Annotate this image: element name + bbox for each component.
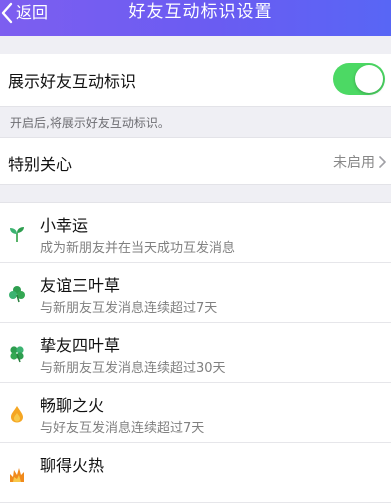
show-marks-label: 展示好友互动标识 <box>8 72 137 91</box>
mark-desc: 与新朋友互发消息连续超过7天 <box>40 301 218 316</box>
nav-bar: 返回 好友互动标识设置 <box>0 0 391 36</box>
flame-icon <box>8 405 26 423</box>
show-marks-row: 展示好友互动标识 <box>0 54 391 107</box>
mark-name: 挚友四叶草 <box>40 336 121 355</box>
chevron-right-icon <box>379 156 386 168</box>
special-care-label: 特别关心 <box>8 155 73 174</box>
mark-name: 小幸运 <box>40 216 89 235</box>
marks-list: 小幸运 成为新朋友并在当天成功互发消息 友谊三叶草 与新朋友互发消息连续超过7天 <box>0 202 391 503</box>
mark-name: 友谊三叶草 <box>40 276 121 295</box>
toggle-hint: 开启后,将展示好友互动标识。 <box>10 116 170 130</box>
three-leaf-clover-icon <box>8 285 26 303</box>
four-leaf-clover-icon <box>8 345 26 363</box>
sprout-icon <box>8 225 26 243</box>
mark-name: 畅聊之火 <box>40 396 105 415</box>
list-item-lucky[interactable]: 小幸运 成为新朋友并在当天成功互发消息 <box>0 203 391 263</box>
mark-desc: 与好友互发消息连续超过7天 <box>40 421 205 436</box>
list-item-three-leaf[interactable]: 友谊三叶草 与新朋友互发消息连续超过7天 <box>0 263 391 323</box>
list-item-hot-chat[interactable]: 聊得火热 <box>0 443 391 503</box>
special-care-status: 未启用 <box>333 152 387 172</box>
mark-desc: 与新朋友互发消息连续超过30天 <box>40 361 226 376</box>
list-item-chat-fire[interactable]: 畅聊之火 与好友互发消息连续超过7天 <box>0 383 391 443</box>
mark-name: 聊得火热 <box>40 456 105 475</box>
page-title: 好友互动标识设置 <box>128 2 273 22</box>
show-marks-toggle[interactable] <box>333 63 385 95</box>
special-care-status-text: 未启用 <box>333 155 375 171</box>
list-item-four-leaf[interactable]: 挚友四叶草 与新朋友互发消息连续超过30天 <box>0 323 391 383</box>
special-care-row[interactable]: 特别关心 未启用 <box>0 137 391 185</box>
mark-desc: 成为新朋友并在当天成功互发消息 <box>40 241 236 256</box>
toggle-knob <box>355 65 383 93</box>
hot-fire-icon <box>8 465 26 483</box>
